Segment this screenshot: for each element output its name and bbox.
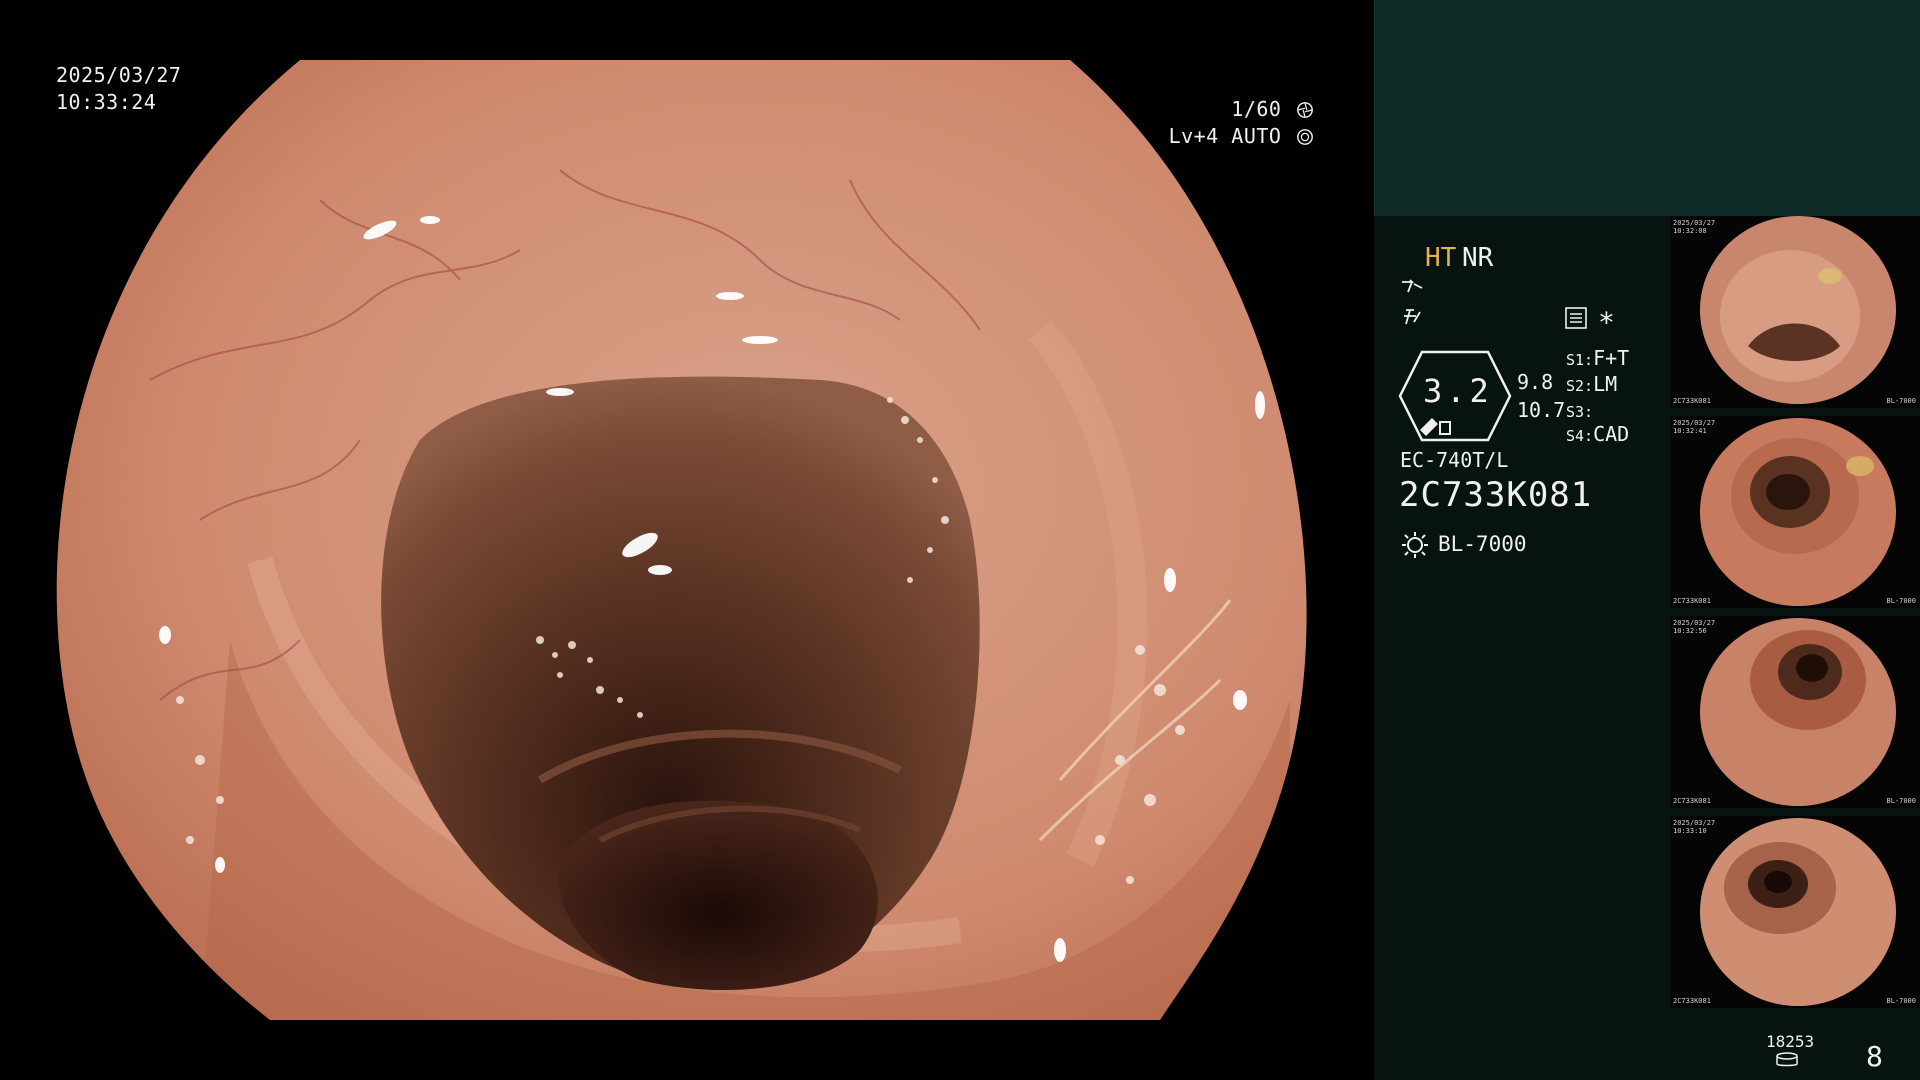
osd-exposure: 1/60 Lv+4 AUTO [1169,96,1314,150]
scope-serial: 2C733K081 [1399,475,1593,515]
osd-shutter-row: 1/60 [1169,96,1314,123]
switch-s4: S4:CAD [1566,422,1629,446]
osd-iris: AUTO [1231,124,1282,148]
switch-value: F+T [1593,346,1630,370]
thumb-serial: 2C733K081 [1673,797,1711,805]
light-source-label: BL-7000 [1438,532,1527,556]
mode-nr: NR [1462,243,1494,273]
thumbnail-3[interactable]: 2025/03/27 10:32:56 2C733K081 BL-7000 [1670,616,1920,808]
thumb-light: BL-7000 [1886,597,1916,605]
settings-list-icon [1565,307,1587,329]
switch-key: S2: [1566,377,1594,395]
record-count: 18253 [1766,1032,1815,1051]
iris-icon [1297,129,1313,145]
switch-value: CAD [1593,422,1630,446]
endoscope-view: 2025/03/27 10:33:24 1/60 Lv+4 AUTO [0,0,1374,1080]
switch-value: LM [1593,372,1618,396]
thumbnail-2[interactable]: 2025/03/27 10:32:41 2C733K081 BL-7000 [1670,416,1920,608]
thumb-time: 10:33:10 [1673,827,1707,835]
zoom-value: 3.2 [1423,372,1493,410]
star-icon: * [1598,306,1615,339]
thumbnail-image [1700,216,1896,404]
storage-icon [1776,1052,1798,1067]
thumbnail-1[interactable]: 2025/03/27 10:32:08 2C733K081 BL-7000 [1670,216,1920,408]
thumbnail-4[interactable]: 2025/03/27 10:33:10 2C733K081 BL-7000 [1670,816,1920,1008]
osd-datetime: 2025/03/27 10:33:24 [56,62,181,116]
switch-key: S3: [1566,403,1594,421]
scope-model: EC-740T/L [1400,448,1509,472]
light-source-icon [1402,532,1428,558]
switch-key: S4: [1566,427,1594,445]
color-enhance-icon [1404,309,1421,325]
thumbnail-image [1700,418,1896,606]
thumb-serial: 2C733K081 [1673,397,1711,405]
osd-shutter: 1/60 [1231,97,1282,121]
switch-key: S1: [1566,351,1594,369]
thumb-time: 10:32:56 [1673,627,1707,635]
switch-s3: S3: [1566,398,1593,422]
value-a: 9.8 [1517,370,1554,394]
thumb-date: 2025/03/27 [1673,219,1716,227]
thumb-serial: 2C733K081 [1673,597,1711,605]
thumb-light: BL-7000 [1886,997,1916,1005]
thumb-light: BL-7000 [1886,797,1916,805]
osd-level: Lv+4 [1168,124,1219,148]
thumb-light: BL-7000 [1886,397,1916,405]
info-panel-header [1374,0,1920,216]
thumbnail-image [1700,618,1896,806]
thumb-date: 2025/03/27 [1673,619,1716,627]
switch-s2: S2:LM [1566,372,1617,396]
thumbnail-image [1700,818,1896,1006]
thumb-time: 10:32:41 [1673,427,1707,435]
thumb-date: 2025/03/27 [1673,819,1716,827]
switch-s1: S1:F+T [1566,346,1629,370]
page-number: 8 [1866,1040,1883,1073]
mode-ht: HT [1425,243,1457,273]
thumb-date: 2025/03/27 [1673,419,1716,427]
endoscopic-colon-image [56,60,1307,1020]
structure-enhance-icon [1402,279,1423,293]
value-b: 10.7 [1517,398,1566,422]
thumb-serial: 2C733K081 [1673,997,1711,1005]
osd-time: 10:33:24 [56,90,157,114]
osd-date: 2025/03/27 [56,63,182,87]
shutter-icon [1297,102,1313,118]
osd-level-row: Lv+4 AUTO [1169,123,1314,150]
thumb-time: 10:32:08 [1673,227,1707,235]
